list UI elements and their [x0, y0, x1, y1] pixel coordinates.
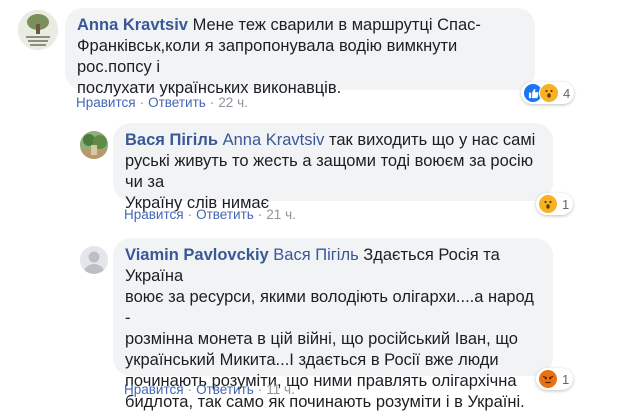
timestamp[interactable]: 22 ч.: [218, 95, 248, 110]
comment-bubble: Viamin Pavlovckiy Вася Пігіль Здається Р…: [113, 238, 553, 411]
mention-link[interactable]: Вася Пігіль: [273, 246, 358, 264]
default-avatar-icon: [80, 246, 108, 274]
avatar[interactable]: [80, 131, 108, 159]
reaction-count: 1: [562, 196, 570, 212]
timestamp[interactable]: 21 ч.: [266, 207, 296, 222]
comment-author[interactable]: Anna Kravtsiv: [77, 16, 188, 34]
comment-text-line: Франківськ,коли я запропонувала водію ви…: [77, 37, 458, 76]
separator: ·: [187, 382, 193, 397]
separator: ·: [209, 95, 215, 110]
reactions-summary[interactable]: 4: [521, 82, 575, 104]
avatar[interactable]: [18, 10, 58, 50]
comment-text-line: український Микита...І здається в Росії …: [125, 351, 499, 369]
separator: ·: [257, 207, 263, 222]
comment-text-line: руські живуть то жесть а защоми тоді вою…: [125, 152, 534, 191]
comment-actions: Нравится · Ответить · 22 ч.: [76, 95, 248, 110]
reaction-count: 1: [562, 371, 570, 387]
separator: ·: [187, 207, 193, 222]
comment-author[interactable]: Вася Пігіль: [125, 131, 218, 149]
reply-link[interactable]: Ответить: [196, 382, 254, 397]
comment-actions: Нравится · Ответить · 11 ч.: [124, 382, 295, 397]
reactions-summary[interactable]: 1: [536, 368, 574, 390]
comment-text-line: так виходить що у нас самі: [329, 131, 536, 149]
timestamp[interactable]: 11 ч.: [266, 382, 295, 397]
comment-bubble: Вася Пігіль Anna Kravtsiv так виходить щ…: [113, 123, 553, 212]
comment-bubble: Anna Kravtsiv Мене теж сварили в маршрут…: [65, 8, 535, 97]
separator: ·: [257, 382, 263, 397]
avatar-image: [18, 10, 58, 50]
comment-text-line: розмінна монета в цій війні, що російськ…: [125, 330, 518, 348]
reply-link[interactable]: Ответить: [148, 95, 206, 110]
comment-author[interactable]: Viamin Pavlovckiy: [125, 246, 269, 264]
reply-link[interactable]: Ответить: [196, 207, 254, 222]
mention-link[interactable]: Anna Kravtsiv: [223, 131, 325, 149]
angry-icon: [538, 369, 558, 389]
reaction-count: 4: [563, 85, 571, 101]
avatar-image: [80, 131, 108, 159]
comment-text-line: воює за ресурси, якими володіють олігарх…: [125, 288, 534, 327]
wow-icon: [538, 194, 558, 214]
like-link[interactable]: Нравится: [76, 95, 136, 110]
avatar[interactable]: [80, 246, 108, 274]
comment-actions: Нравится · Ответить · 21 ч.: [124, 207, 296, 222]
like-link[interactable]: Нравится: [124, 382, 184, 397]
wow-icon: [539, 83, 559, 103]
separator: ·: [139, 95, 145, 110]
like-link[interactable]: Нравится: [124, 207, 184, 222]
comment-text-line: Мене теж сварили в маршрутці Спас-: [192, 16, 481, 34]
reactions-summary[interactable]: 1: [536, 193, 574, 215]
